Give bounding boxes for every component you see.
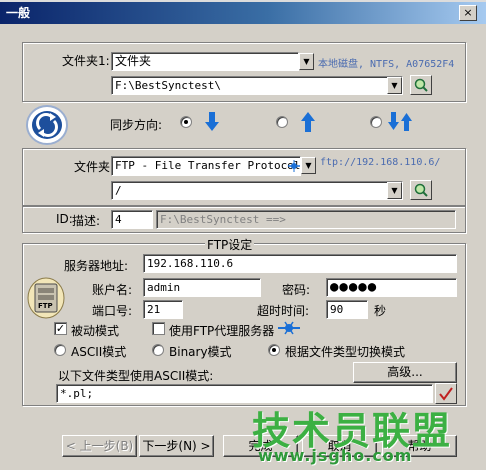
search-icon xyxy=(414,183,428,197)
target-type-select[interactable]: FTP - File Transfer Protocol xyxy=(111,156,301,176)
direction-left-to-right-radio[interactable] xyxy=(180,116,192,128)
sync-direction-label: 同步方向: xyxy=(110,118,163,132)
binary-mode-radio[interactable] xyxy=(152,344,164,356)
password-label: 密码: xyxy=(282,283,311,297)
chevron-down-icon: ▼ xyxy=(391,186,398,195)
auto-mode-label: 根据文件类型切换模式 xyxy=(285,345,406,359)
source-disk-info: 本地磁盘, NTFS, A07652F4 xyxy=(318,59,455,70)
source-type-select[interactable]: 文件夹 xyxy=(111,52,299,71)
chevron-down-icon: ▼ xyxy=(305,161,312,170)
id-label: ID: xyxy=(56,212,73,226)
title-bar: 一般 xyxy=(0,2,486,24)
connector-icon xyxy=(278,321,300,335)
proxy-settings-button[interactable] xyxy=(278,319,300,337)
target-browse-button[interactable] xyxy=(410,180,432,200)
use-proxy-label: 使用FTP代理服务器 xyxy=(169,324,275,338)
close-button[interactable]: × xyxy=(459,5,477,21)
source-path-dropdown-button[interactable]: ▼ xyxy=(387,77,402,94)
connection-plug-icon xyxy=(288,159,300,173)
description-label: 描述: xyxy=(72,214,101,228)
passive-mode-checkbox[interactable]: ✓ xyxy=(54,322,67,335)
watermark-url: www.jsgho.com xyxy=(258,446,413,465)
target-path-dropdown-button[interactable]: ▼ xyxy=(387,182,402,199)
sync-logo xyxy=(24,103,70,147)
source-path-input[interactable]: F:\BestSynctest\ xyxy=(111,76,403,95)
direction-right-to-left-radio[interactable] xyxy=(276,116,288,128)
direction-both-option[interactable] xyxy=(388,110,414,134)
server-address-input[interactable]: 192.168.110.6 xyxy=(143,254,457,273)
password-input[interactable]: ●●●●● xyxy=(326,278,457,297)
passive-mode-label: 被动模式 xyxy=(71,324,120,338)
search-icon xyxy=(414,78,428,92)
chevron-down-icon: ▼ xyxy=(303,57,310,66)
arrow-down-icon xyxy=(205,112,219,131)
ftp-settings-title: FTP设定 xyxy=(205,236,255,253)
timeout-label: 超时时间: xyxy=(257,304,310,318)
port-label: 端口号: xyxy=(92,304,133,318)
port-input[interactable]: 21 xyxy=(143,300,183,319)
account-label: 账户名: xyxy=(92,283,133,297)
description-input[interactable]: F:\BestSynctest ==> xyxy=(156,210,456,229)
id-input[interactable]: 4 xyxy=(111,210,153,229)
direction-down-option[interactable] xyxy=(204,110,220,134)
ftp-server-icon: FTP xyxy=(26,276,66,320)
account-input[interactable]: admin xyxy=(143,278,261,297)
close-icon: × xyxy=(463,6,473,19)
arrow-up-icon xyxy=(301,112,315,132)
ascii-types-label: 以下文件类型使用ASCII模式: xyxy=(58,369,214,383)
next-button[interactable]: 下一步(N) > xyxy=(139,435,214,457)
auto-mode-radio[interactable] xyxy=(268,344,280,356)
target-type-dropdown-button[interactable]: ▼ xyxy=(301,157,316,174)
source-type-dropdown-button[interactable]: ▼ xyxy=(299,53,314,70)
target-path-input[interactable]: / xyxy=(111,181,403,200)
sync-icon xyxy=(26,105,68,145)
use-proxy-checkbox[interactable] xyxy=(152,322,165,335)
target-ftp-url: ftp://192.168.110.6/ xyxy=(320,157,441,168)
back-button[interactable]: < 上一步(B) xyxy=(62,435,137,457)
timeout-input[interactable]: 90 xyxy=(326,300,368,319)
binary-mode-label: Binary模式 xyxy=(169,345,232,359)
direction-both-radio[interactable] xyxy=(370,116,382,128)
window-title: 一般 xyxy=(6,6,31,20)
target-folder-label: 文件夹 xyxy=(74,160,111,174)
bidirectional-arrow-icon xyxy=(388,112,412,131)
ftp-icon-label: FTP xyxy=(38,302,53,310)
source-browse-button[interactable] xyxy=(410,75,432,95)
ascii-mode-radio[interactable] xyxy=(54,344,66,356)
source-folder-label: 文件夹1: xyxy=(62,54,110,68)
advanced-button[interactable]: 高级... xyxy=(353,362,457,383)
ascii-mode-label: ASCII模式 xyxy=(71,345,127,359)
direction-up-option[interactable] xyxy=(300,110,316,134)
chevron-down-icon: ▼ xyxy=(391,81,398,90)
timeout-unit: 秒 xyxy=(374,304,387,318)
server-address-label: 服务器地址: xyxy=(64,259,129,273)
